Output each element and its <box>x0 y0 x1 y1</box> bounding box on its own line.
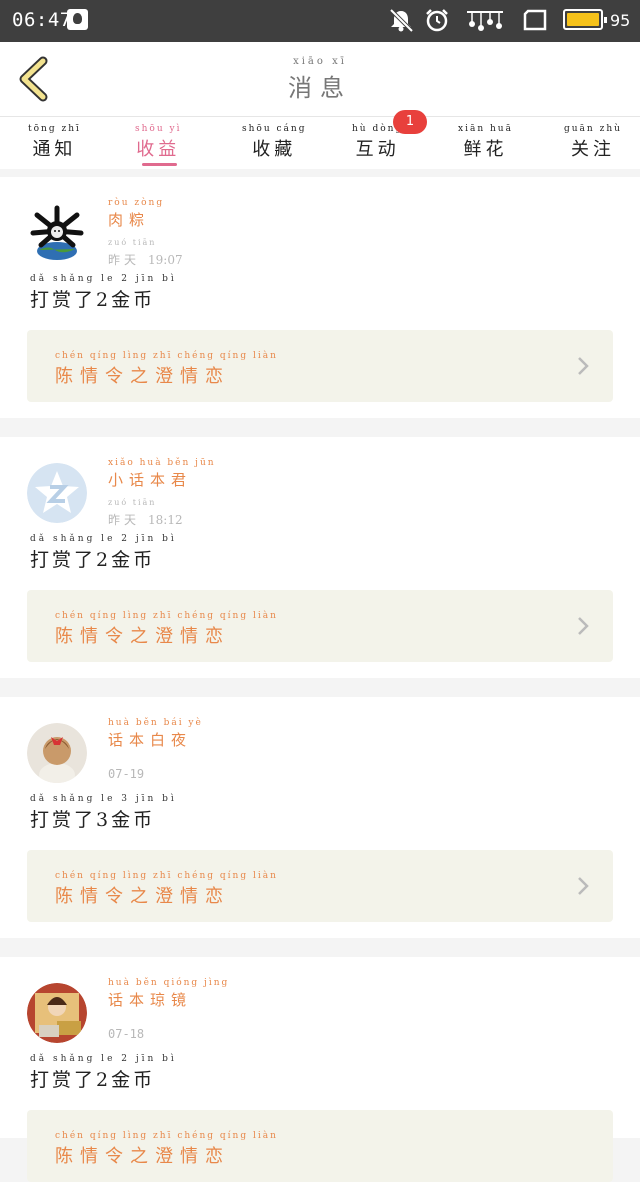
reward-text: dǎ shǎng le 2 jīn bì 打赏了2金币 <box>30 1054 177 1091</box>
username[interactable]: ròu zòng 肉粽 <box>108 197 164 230</box>
avatar[interactable] <box>27 463 87 523</box>
reward-text: dǎ shǎng le 2 jīn bì 打赏了2金币 <box>30 534 177 571</box>
tab-following[interactable]: guān zhù 关注 <box>564 123 622 161</box>
book-link[interactable]: chén qíng lìng zhī chéng qíng liàn 陈情令之澄… <box>27 1110 613 1182</box>
timestamp: 07-18 <box>108 1027 145 1041</box>
reward-text: dǎ shǎng le 3 jīn bì 打赏了3金币 <box>30 794 177 831</box>
book-title: chén qíng lìng zhī chéng qíng liàn 陈情令之澄… <box>55 351 278 387</box>
tab-bar: tōng zhī 通知 shōu yì 收益 shōu cáng 收藏 hù d… <box>0 117 640 169</box>
book-link[interactable]: chén qíng lìng zhī chéng qíng liàn 陈情令之澄… <box>27 330 613 402</box>
timestamp: zuó tiān 昨天 19:07 <box>108 238 183 267</box>
nav-bar: xiāo xī 消息 <box>0 42 640 117</box>
username[interactable]: huà běn qióng jìng 话本琼镜 <box>108 977 229 1010</box>
book-link[interactable]: chén qíng lìng zhī chéng qíng liàn 陈情令之澄… <box>27 590 613 662</box>
active-tab-indicator <box>142 163 177 166</box>
username[interactable]: huà běn bái yè 话本白夜 <box>108 717 203 750</box>
battery-icon <box>563 9 607 30</box>
list-item: ròu zòng 肉粽 zuó tiān 昨天 19:07 dǎ shǎng le… <box>0 177 640 418</box>
battery-percent: 95 <box>610 11 631 30</box>
screen-icon <box>523 9 547 31</box>
timestamp: zuó tiān 昨天 18:12 <box>108 498 183 527</box>
status-bar: 06:47 95 <box>0 0 640 42</box>
list-item: huà běn qióng jìng 话本琼镜 07-18 dǎ shǎng l… <box>0 957 640 1182</box>
book-title: chén qíng lìng zhī chéng qíng liàn 陈情令之澄… <box>55 871 278 907</box>
alarm-icon <box>426 9 448 32</box>
chevron-right-icon <box>578 877 589 895</box>
avatar[interactable] <box>27 203 87 263</box>
list-item: huà běn bái yè 话本白夜 07-19 dǎ shǎng le 3 … <box>0 697 640 938</box>
reward-text: dǎ shǎng le 2 jīn bì 打赏了2金币 <box>30 274 177 311</box>
mute-bell-icon <box>389 8 414 32</box>
book-link[interactable]: chén qíng lìng zhī chéng qíng liàn 陈情令之澄… <box>27 850 613 922</box>
status-time: 06:47 <box>12 9 72 31</box>
chevron-right-icon <box>578 617 589 635</box>
avatar[interactable] <box>27 983 87 1043</box>
list-item: xiǎo huà běn jūn 小话本君 zuó tiān 昨天 18:12 d… <box>0 437 640 678</box>
timestamp: 07-19 <box>108 767 145 781</box>
page-title: xiāo xī 消息 <box>288 56 352 102</box>
wind-chime-icon <box>467 11 503 31</box>
username[interactable]: xiǎo huà běn jūn 小话本君 <box>108 457 216 490</box>
book-title: chén qíng lìng zhī chéng qíng liàn 陈情令之澄… <box>55 611 278 647</box>
tab-notifications[interactable]: tōng zhī 通知 <box>28 123 81 161</box>
book-title: chén qíng lìng zhī chéng qíng liàn 陈情令之澄… <box>55 1131 278 1167</box>
tab-earnings[interactable]: shōu yì 收益 <box>135 123 181 161</box>
qq-notification-icon <box>67 9 88 30</box>
tab-favorites[interactable]: shōu cáng 收藏 <box>242 123 306 161</box>
avatar[interactable] <box>27 723 87 783</box>
interaction-badge: 1 <box>393 110 427 134</box>
chevron-right-icon <box>578 357 589 375</box>
tab-flowers[interactable]: xiān huā 鲜花 <box>458 123 513 161</box>
